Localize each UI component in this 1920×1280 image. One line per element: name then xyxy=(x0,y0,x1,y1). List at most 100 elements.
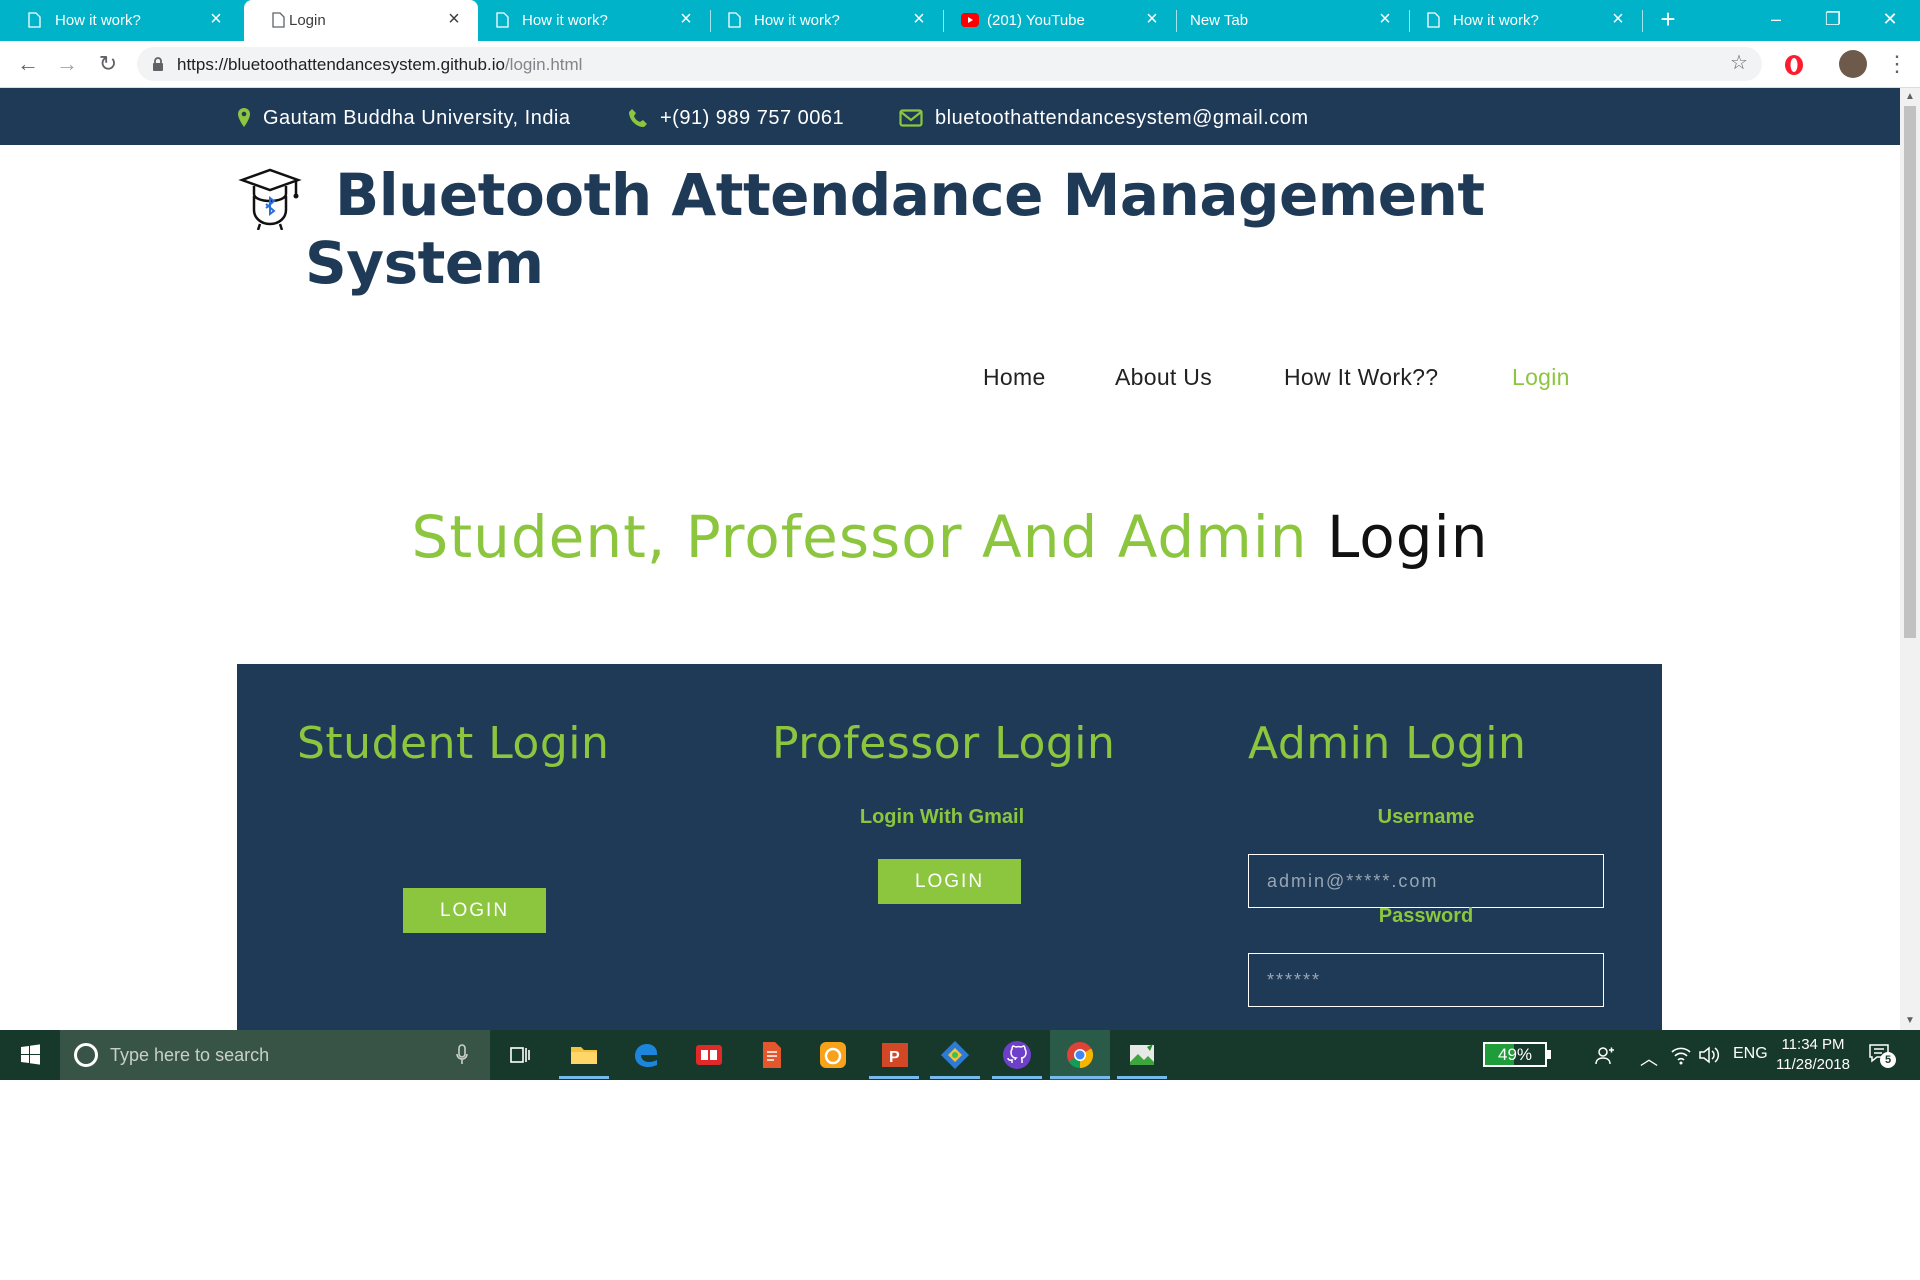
phone-text: +(91) 989 757 0061 xyxy=(660,106,845,129)
tab-how-it-work-4[interactable]: How it work? × xyxy=(1409,0,1643,41)
lock-icon xyxy=(153,57,163,71)
tab-how-it-work-2[interactable]: How it work? × xyxy=(478,0,711,41)
tab-title: How it work? xyxy=(55,12,141,29)
github-icon[interactable] xyxy=(1000,1038,1034,1072)
git-client-icon[interactable] xyxy=(938,1038,972,1072)
admin-username-input[interactable] xyxy=(1248,854,1604,908)
admin-login-title: Admin Login xyxy=(1248,718,1527,769)
clock-date: 11/28/2018 xyxy=(1776,1056,1850,1073)
clock[interactable]: 11:34 PM 11/28/2018 xyxy=(1774,1035,1852,1075)
page-icon xyxy=(1427,12,1440,28)
new-tab-plus-icon[interactable]: + xyxy=(1655,6,1681,32)
close-icon[interactable]: × xyxy=(909,9,929,29)
phone-icon xyxy=(629,109,647,127)
menu-dots-icon[interactable]: ⋮ xyxy=(1886,51,1908,77)
forward-arrow-icon[interactable]: → xyxy=(52,49,82,79)
scrollbar-thumb[interactable] xyxy=(1904,106,1916,638)
battery-indicator[interactable]: 49% xyxy=(1483,1042,1551,1067)
contact-phone: +(91) 989 757 0061 xyxy=(628,106,844,130)
tab-separator xyxy=(1642,10,1643,32)
taskbar-search[interactable]: Type here to search xyxy=(60,1030,490,1080)
page-icon xyxy=(28,12,41,28)
document-app-icon[interactable] xyxy=(754,1038,788,1072)
close-icon[interactable]: × xyxy=(1375,9,1395,29)
close-icon[interactable]: × xyxy=(1608,9,1628,29)
bookmark-star-icon[interactable]: ☆ xyxy=(1728,52,1750,74)
tab-login[interactable]: Login × xyxy=(244,0,478,41)
login-with-gmail-label: Login With Gmail xyxy=(859,806,1025,828)
file-explorer-running-indicator xyxy=(559,1076,609,1079)
volume-icon[interactable] xyxy=(1698,1045,1720,1065)
nav-home[interactable]: Home xyxy=(983,364,1046,391)
close-icon[interactable]: × xyxy=(1142,9,1162,29)
tab-youtube[interactable]: (201) YouTube × xyxy=(943,0,1177,41)
contact-email[interactable]: bluetoothattendancesystem@gmail.com xyxy=(899,106,1309,130)
address-bar[interactable]: https://bluetoothattendancesystem.github… xyxy=(137,47,1762,81)
tab-title: How it work? xyxy=(522,12,608,29)
scroll-down-arrow-icon[interactable]: ▼ xyxy=(1904,1015,1916,1027)
chrome-icon[interactable] xyxy=(1063,1038,1097,1072)
reader-app-icon[interactable] xyxy=(692,1038,726,1072)
tab-how-it-work-3[interactable]: How it work? × xyxy=(710,0,944,41)
windows-start-icon[interactable] xyxy=(0,1030,60,1080)
contact-bar: Gautam Buddha University, India +(91) 98… xyxy=(0,88,1900,145)
uc-browser-icon[interactable] xyxy=(816,1038,850,1072)
svg-text:P: P xyxy=(889,1049,900,1066)
professor-login-title: Professor Login xyxy=(772,718,1116,769)
photos-app-icon[interactable] xyxy=(1125,1038,1159,1072)
back-arrow-icon[interactable]: ← xyxy=(13,49,43,79)
action-center-icon[interactable]: 5 xyxy=(1868,1042,1896,1068)
cortana-circle-icon xyxy=(74,1043,98,1067)
url-host: https://bluetoothattendancesystem.github… xyxy=(177,55,505,74)
people-icon[interactable] xyxy=(1594,1044,1616,1066)
close-icon[interactable]: × xyxy=(444,9,464,29)
login-panel: Student Login LOGIN Professor Login Logi… xyxy=(237,664,1662,1030)
file-explorer-icon[interactable] xyxy=(567,1038,601,1072)
tab-new-tab[interactable]: New Tab × xyxy=(1176,0,1410,41)
page-title-dark: Login xyxy=(1327,503,1489,571)
close-window-icon[interactable]: ✕ xyxy=(1870,4,1910,34)
windows-taskbar: Type here to search P 49% ︿ ENG 11:34 PM… xyxy=(0,1030,1920,1080)
contact-location: Gautam Buddha University, India xyxy=(237,106,571,130)
student-login-button[interactable]: LOGIN xyxy=(403,888,546,933)
url-text: https://bluetoothattendancesystem.github… xyxy=(177,55,582,75)
admin-password-input[interactable] xyxy=(1248,953,1604,1007)
clock-time: 11:34 PM xyxy=(1781,1036,1845,1053)
professor-login-button[interactable]: LOGIN xyxy=(878,859,1021,904)
github-running-indicator xyxy=(992,1076,1042,1079)
reload-icon[interactable]: ↻ xyxy=(93,49,123,79)
map-pin-icon xyxy=(238,108,250,127)
nav-how-it-work[interactable]: How It Work?? xyxy=(1284,364,1438,391)
microphone-icon[interactable] xyxy=(455,1043,469,1067)
page-icon xyxy=(496,12,509,28)
graduate-bluetooth-logo[interactable] xyxy=(238,166,302,230)
nav-about-us[interactable]: About Us xyxy=(1115,364,1212,391)
profile-avatar[interactable] xyxy=(1839,50,1867,78)
wifi-icon[interactable] xyxy=(1670,1045,1692,1065)
tab-title: How it work? xyxy=(1453,12,1539,29)
powerpoint-icon[interactable]: P xyxy=(878,1038,912,1072)
language-indicator[interactable]: ENG xyxy=(1733,1045,1768,1063)
close-icon[interactable]: × xyxy=(676,9,696,29)
nav-login[interactable]: Login xyxy=(1512,364,1570,391)
youtube-icon xyxy=(961,13,979,27)
minimize-icon[interactable]: – xyxy=(1756,4,1796,34)
brand-title[interactable]: Bluetooth Attendance Management System xyxy=(305,161,1505,297)
opera-extension-icon[interactable] xyxy=(1783,54,1805,76)
chrome-running-indicator xyxy=(1050,1076,1110,1079)
edge-browser-icon[interactable] xyxy=(629,1038,663,1072)
blank-area xyxy=(0,1080,1920,1280)
close-icon[interactable]: × xyxy=(206,9,226,29)
task-view-icon[interactable] xyxy=(503,1038,537,1072)
tab-strip: How it work? × Login × How it work? × Ho… xyxy=(0,0,1920,41)
page-title-green: Student, Professor And Admin xyxy=(411,503,1308,571)
tab-title: Login xyxy=(289,12,326,29)
page-scrollbar[interactable]: ▲ ▼ xyxy=(1900,88,1920,1030)
show-hidden-icons-chevron-icon[interactable]: ︿ xyxy=(1640,1045,1658,1071)
scroll-up-arrow-icon[interactable]: ▲ xyxy=(1904,91,1916,103)
tab-title: (201) YouTube xyxy=(987,12,1085,29)
tab-how-it-work-1[interactable]: How it work? × xyxy=(0,0,240,41)
restore-icon[interactable]: ❐ xyxy=(1813,4,1853,34)
tab-title: How it work? xyxy=(754,12,840,29)
page-title: Student, Professor And Admin Login xyxy=(0,503,1900,571)
